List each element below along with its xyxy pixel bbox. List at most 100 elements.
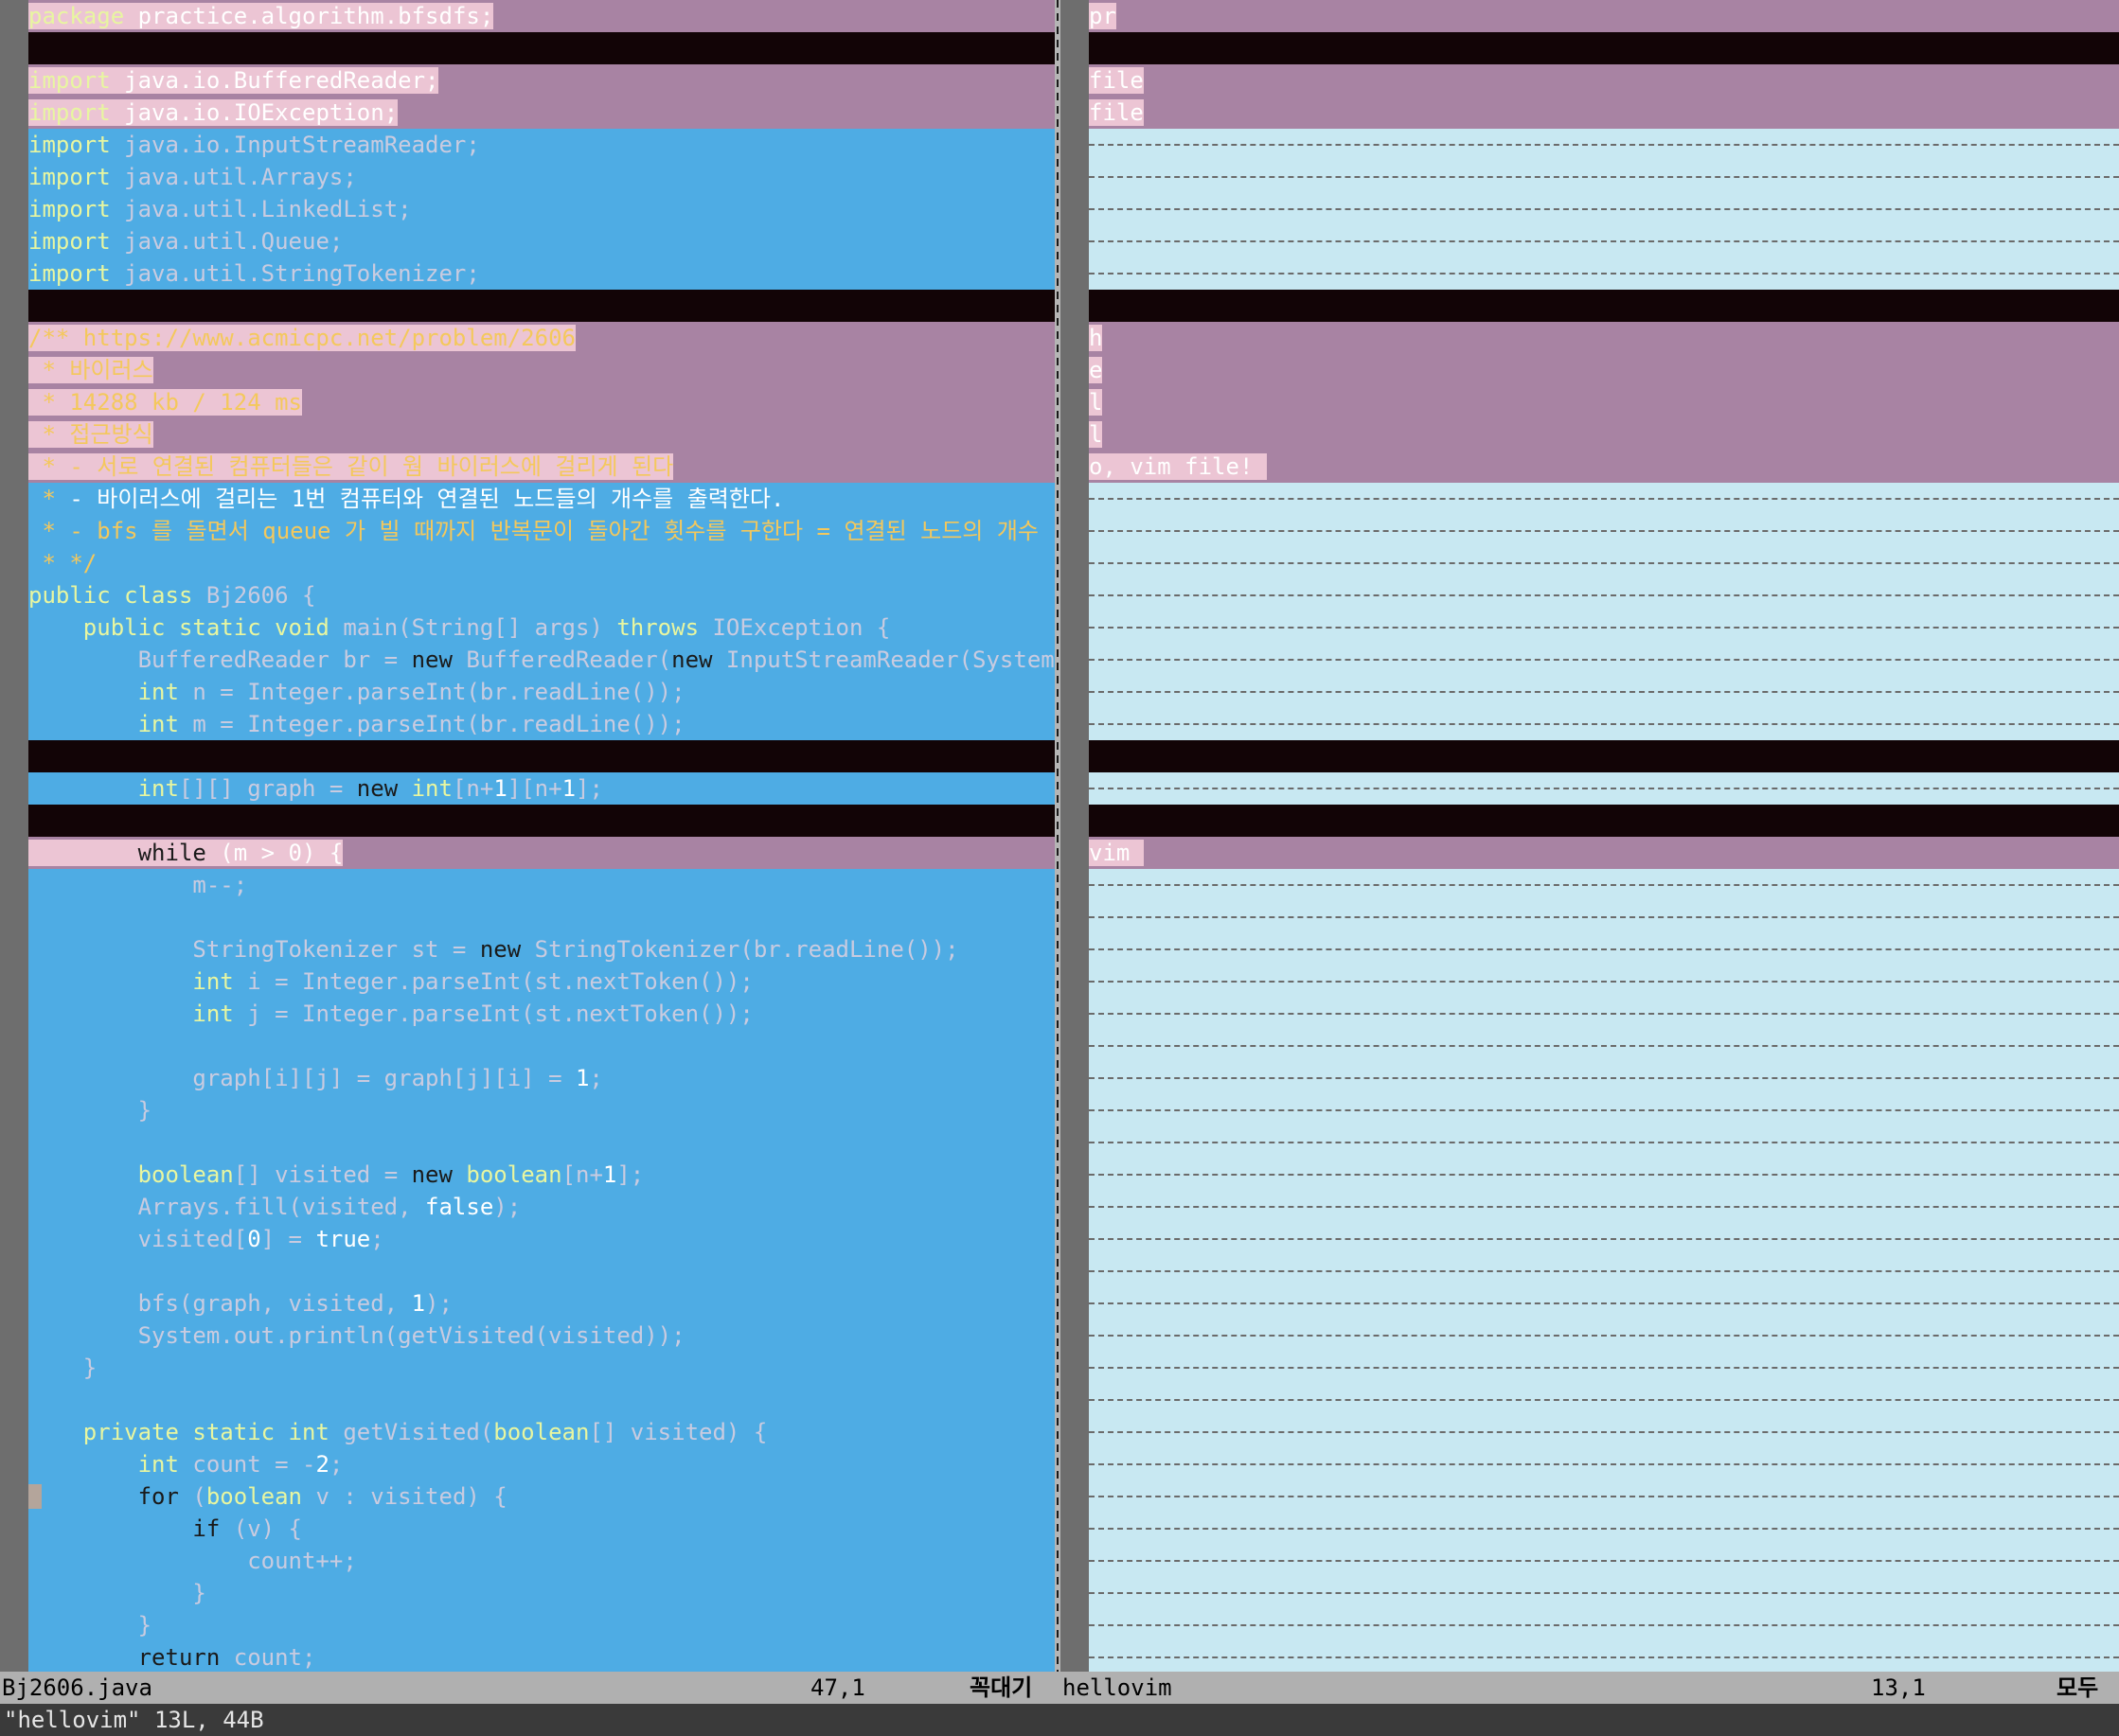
left-code-line[interactable]	[28, 1030, 1055, 1062]
right-code-line[interactable]	[1089, 1448, 2119, 1480]
left-code-line[interactable]: bfs(graph, visited, 1);	[28, 1287, 1055, 1320]
left-code-line[interactable]: System.out.println(getVisited(visited));	[28, 1320, 1055, 1352]
right-code-line[interactable]	[1089, 901, 2119, 933]
left-code-line[interactable]: BufferedReader br = new BufferedReader(n…	[28, 644, 1055, 676]
left-code-line[interactable]: Arrays.fill(visited, false);	[28, 1191, 1055, 1223]
left-code-line[interactable]: count++;	[28, 1545, 1055, 1577]
right-code-line[interactable]	[1089, 1320, 2119, 1352]
command-line[interactable]: "hellovim" 13L, 44B	[0, 1704, 2119, 1736]
left-code-line[interactable]: }	[28, 1352, 1055, 1384]
left-code-line[interactable]: package practice.algorithm.bfsdfs;	[28, 0, 1055, 32]
right-code-line[interactable]: h	[1089, 322, 2119, 354]
left-code-line[interactable]	[28, 1126, 1055, 1159]
right-code-line[interactable]	[1089, 32, 2119, 64]
right-code-line[interactable]	[1089, 1352, 2119, 1384]
left-code-line[interactable]: import java.util.StringTokenizer;	[28, 257, 1055, 290]
right-code-line[interactable]	[1089, 161, 2119, 193]
right-code-line[interactable]	[1089, 1416, 2119, 1448]
left-code-line[interactable]	[28, 1384, 1055, 1416]
left-code-line[interactable]	[28, 901, 1055, 933]
right-code-line[interactable]	[1089, 1513, 2119, 1545]
left-code-line[interactable]: m--;	[28, 869, 1055, 901]
right-code-line[interactable]	[1089, 1223, 2119, 1255]
right-code-line[interactable]: file	[1089, 64, 2119, 97]
right-code-line[interactable]	[1089, 193, 2119, 225]
right-code-line[interactable]	[1089, 225, 2119, 257]
right-code-line[interactable]	[1089, 515, 2119, 547]
right-code-line[interactable]	[1089, 257, 2119, 290]
left-code-line[interactable]: for (boolean v : visited) {	[28, 1480, 1055, 1513]
right-code-line[interactable]	[1089, 1159, 2119, 1191]
left-code-line[interactable]: * 14288 kb / 124 ms	[28, 386, 1055, 418]
left-code-line[interactable]	[28, 805, 1055, 837]
right-code-line[interactable]	[1089, 1030, 2119, 1062]
left-code-line[interactable]	[28, 1255, 1055, 1287]
right-code-line[interactable]	[1089, 676, 2119, 708]
right-code-line[interactable]	[1089, 611, 2119, 644]
left-code-line[interactable]: StringTokenizer st = new StringTokenizer…	[28, 933, 1055, 965]
left-code-line[interactable]: import java.io.BufferedReader;	[28, 64, 1055, 97]
right-code-line[interactable]	[1089, 579, 2119, 611]
right-code-line[interactable]	[1089, 805, 2119, 837]
left-code-line[interactable]: int m = Integer.parseInt(br.readLine());	[28, 708, 1055, 740]
left-code-line[interactable]: * - 서로 연결된 컴퓨터들은 같이 웜 바이러스에 걸리게 된다	[28, 451, 1055, 483]
right-code-line[interactable]: file	[1089, 97, 2119, 129]
right-code-line[interactable]	[1089, 1191, 2119, 1223]
right-code-line[interactable]	[1089, 1480, 2119, 1513]
left-code-line[interactable]: graph[i][j] = graph[j][i] = 1;	[28, 1062, 1055, 1094]
right-code-line[interactable]	[1089, 1062, 2119, 1094]
right-code-line[interactable]	[1089, 772, 2119, 805]
right-code-line[interactable]: l	[1089, 418, 2119, 451]
left-code-line[interactable]: public static void main(String[] args) t…	[28, 611, 1055, 644]
right-code-line[interactable]	[1089, 965, 2119, 998]
right-code-line[interactable]	[1089, 998, 2119, 1030]
left-code-line[interactable]: private static int getVisited(boolean[] …	[28, 1416, 1055, 1448]
left-code-line[interactable]: import java.io.IOException;	[28, 97, 1055, 129]
right-code-line[interactable]	[1089, 547, 2119, 579]
left-code-line[interactable]	[28, 290, 1055, 322]
right-code-line[interactable]	[1089, 869, 2119, 901]
left-code-line[interactable]: int n = Integer.parseInt(br.readLine());	[28, 676, 1055, 708]
right-code-area[interactable]: pr file file h e l l o, vim file! vim	[1089, 0, 2119, 1672]
left-code-line[interactable]: * */	[28, 547, 1055, 579]
right-code-line[interactable]	[1089, 708, 2119, 740]
right-code-line[interactable]: o, vim file!	[1089, 451, 2119, 483]
left-code-line[interactable]: * - bfs 를 돌면서 queue 가 빌 때까지 반복문이 돌아간 횟수를…	[28, 515, 1055, 547]
left-code-line[interactable]: * - 바이러스에 걸리는 1번 컴퓨터와 연결된 노드들의 개수를 출력한다.	[28, 483, 1055, 515]
right-code-line[interactable]	[1089, 1094, 2119, 1126]
left-code-line[interactable]: import java.util.Queue;	[28, 225, 1055, 257]
right-code-line[interactable]	[1089, 644, 2119, 676]
left-code-line[interactable]: public class Bj2606 {	[28, 579, 1055, 611]
right-code-line[interactable]	[1089, 1255, 2119, 1287]
left-code-line[interactable]: int i = Integer.parseInt(st.nextToken())…	[28, 965, 1055, 998]
right-code-line[interactable]	[1089, 1577, 2119, 1609]
left-code-line[interactable]: import java.util.LinkedList;	[28, 193, 1055, 225]
left-code-line[interactable]: import java.util.Arrays;	[28, 161, 1055, 193]
right-code-line[interactable]	[1089, 1641, 2119, 1672]
right-code-line[interactable]	[1089, 1609, 2119, 1641]
right-code-line[interactable]: vim	[1089, 837, 2119, 869]
right-code-line[interactable]	[1089, 933, 2119, 965]
right-code-line[interactable]	[1089, 483, 2119, 515]
right-code-line[interactable]	[1089, 1126, 2119, 1159]
left-code-line[interactable]: * 바이러스	[28, 354, 1055, 386]
right-code-line[interactable]	[1089, 740, 2119, 772]
left-code-line[interactable]: return count;	[28, 1641, 1055, 1672]
left-code-line[interactable]: int[][] graph = new int[n+1][n+1];	[28, 772, 1055, 805]
left-code-line[interactable]: }	[28, 1094, 1055, 1126]
left-code-line[interactable]	[28, 32, 1055, 64]
left-editor-pane[interactable]: package practice.algorithm.bfsdfs; import…	[0, 0, 1055, 1672]
left-code-line[interactable]: * 접근방식	[28, 418, 1055, 451]
right-code-line[interactable]	[1089, 1287, 2119, 1320]
right-code-line[interactable]	[1089, 1384, 2119, 1416]
left-code-line[interactable]: /** https://www.acmicpc.net/problem/2606	[28, 322, 1055, 354]
right-code-line[interactable]: e	[1089, 354, 2119, 386]
left-code-line[interactable]: while (m > 0) {	[28, 837, 1055, 869]
left-code-line[interactable]: visited[0] = true;	[28, 1223, 1055, 1255]
left-code-line[interactable]: }	[28, 1609, 1055, 1641]
right-code-line[interactable]	[1089, 129, 2119, 161]
left-code-area[interactable]: package practice.algorithm.bfsdfs; import…	[28, 0, 1055, 1672]
left-code-line[interactable]: int j = Integer.parseInt(st.nextToken())…	[28, 998, 1055, 1030]
right-code-line[interactable]: pr	[1089, 0, 2119, 32]
right-editor-pane[interactable]: pr file file h e l l o, vim file! vim	[1060, 0, 2119, 1672]
